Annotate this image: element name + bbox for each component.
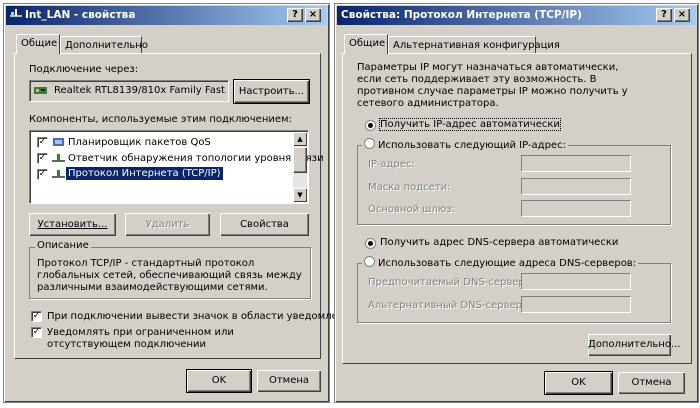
cancel-button[interactable]: Отмена <box>257 370 321 392</box>
left-window: Int_LAN - свойства ? × Общие Дополнитель… <box>3 3 357 403</box>
cancel-button[interactable]: Отмена <box>618 372 685 394</box>
tab-advanced[interactable]: Дополнительно <box>60 36 148 53</box>
components-label: Компоненты, используемые этим подключени… <box>29 114 292 125</box>
show-icon-checkbox[interactable]: ✓ <box>31 311 42 322</box>
tcpip-checkbox[interactable]: ✓ <box>37 169 48 180</box>
close-button[interactable]: × <box>305 8 321 22</box>
alternate-dns-field[interactable] <box>521 296 631 313</box>
scroll-down-button[interactable]: ▼ <box>293 188 307 202</box>
tab-general[interactable]: Общие <box>344 34 388 54</box>
manual-dns-group <box>357 263 671 323</box>
help-button[interactable]: ? <box>287 8 303 22</box>
auto-dns-radio[interactable] <box>365 238 376 249</box>
configure-button[interactable]: Настроить... <box>233 79 310 104</box>
lltd-checkbox[interactable]: ✓ <box>37 153 48 164</box>
scroll-up-button[interactable]: ▲ <box>293 132 307 146</box>
protocol-icon <box>52 153 65 164</box>
left-title-bar[interactable]: Int_LAN - свойства <box>6 6 327 25</box>
subnet-mask-field[interactable] <box>521 178 631 195</box>
tab-general[interactable]: Общие <box>16 34 60 54</box>
intro-text: Параметры IP могут назначаться автоматич… <box>357 62 628 109</box>
preferred-dns-field[interactable] <box>521 273 631 290</box>
description-text: Протокол TCP/IP - стандартный протокол г… <box>37 258 302 293</box>
manual-dns-radio[interactable] <box>364 256 375 267</box>
component-tcpip[interactable]: Протокол Интернета (TCP/IP) <box>65 166 224 181</box>
help-button[interactable]: ? <box>656 8 672 22</box>
auto-ip-label[interactable]: Получить IP-адрес автоматически <box>379 118 561 131</box>
manual-ip-label[interactable]: Использовать следующий IP-адрес: <box>378 140 566 151</box>
connect-via-label: Подключение через: <box>29 64 139 75</box>
manual-ip-radio[interactable] <box>364 138 375 149</box>
manual-dns-title: Использовать следующие адреса DNS-сервер… <box>362 256 639 269</box>
notify-checkbox[interactable]: ✓ <box>31 327 42 338</box>
network-card-icon <box>34 85 47 96</box>
alternate-dns-label: Альтернативный DNS-сервер: <box>368 300 526 311</box>
show-icon-label[interactable]: При подключении вывести значок в области… <box>47 311 357 322</box>
tab-alternate-config[interactable]: Альтернативная конфигурация <box>388 36 560 53</box>
notify-label[interactable]: Уведомлять при ограниченном или отсутств… <box>47 327 302 351</box>
close-button[interactable]: × <box>674 8 690 22</box>
ok-button[interactable]: OK <box>186 369 252 393</box>
adapter-name: Realtek RTL8139/810x Family Fast <box>54 85 225 96</box>
ok-button[interactable]: OK <box>544 371 613 395</box>
right-title-bar[interactable]: Свойства: Протокол Интернета (TCP/IP) <box>337 6 696 25</box>
properties-button[interactable]: Свойства <box>220 213 309 236</box>
left-window-title: Int_LAN - свойства <box>25 9 136 21</box>
scroll-thumb[interactable] <box>293 147 307 173</box>
gateway-field[interactable] <box>521 200 631 217</box>
remove-button[interactable]: Удалить <box>125 213 210 236</box>
preferred-dns-label: Предпочитаемый DNS-сервер: <box>368 277 529 288</box>
manual-dns-label[interactable]: Использовать следующие адреса DNS-сервер… <box>378 258 636 269</box>
manual-ip-title: Использовать следующий IP-адрес: <box>362 138 568 151</box>
network-icon <box>10 7 22 17</box>
ip-address-field[interactable] <box>521 155 631 172</box>
right-window: Свойства: Протокол Интернета (TCP/IP) ? … <box>334 3 699 403</box>
auto-ip-radio[interactable] <box>365 120 376 131</box>
component-qos[interactable]: Планировщик пакетов QoS <box>68 137 211 148</box>
right-window-title: Свойства: Протокол Интернета (TCP/IP) <box>341 9 582 21</box>
ip-address-label: IP-адрес: <box>368 159 415 170</box>
service-icon <box>52 137 65 148</box>
component-lltd[interactable]: Ответчик обнаружения топологии уровня св… <box>68 153 324 164</box>
subnet-mask-label: Маска подсети: <box>368 182 451 193</box>
advanced-button[interactable]: Дополнительно... <box>588 334 680 356</box>
install-button[interactable]: Установить... <box>29 213 116 236</box>
description-title: Описание <box>35 240 91 251</box>
gateway-label: Основной шлюз: <box>368 204 455 215</box>
auto-dns-label[interactable]: Получить адрес DNS-сервера автоматически <box>380 237 618 248</box>
qos-checkbox[interactable]: ✓ <box>37 137 48 148</box>
protocol-icon <box>52 169 65 180</box>
